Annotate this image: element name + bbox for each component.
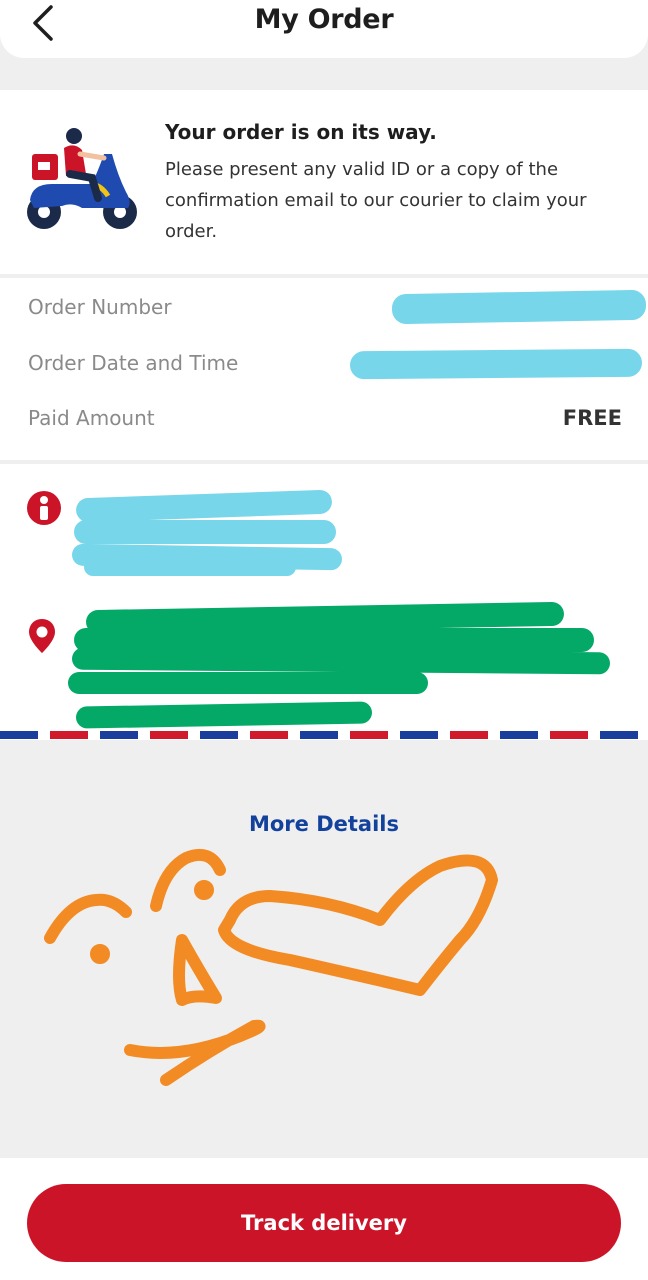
- location-pin-icon: [29, 619, 55, 653]
- paid-amount-value: FREE: [562, 406, 622, 430]
- status-title: Your order is on its way.: [165, 120, 437, 144]
- order-date-label: Order Date and Time: [28, 351, 239, 375]
- person-info-icon: [27, 491, 61, 525]
- order-screen: My Order Your order is on its way. Pleas…: [0, 0, 648, 1280]
- redaction-mark: [391, 289, 647, 325]
- scooter-courier-illustration: [27, 128, 137, 229]
- status-description: Please present any valid ID or a copy of…: [165, 159, 587, 242]
- redaction-mark: [74, 520, 336, 544]
- more-details-link[interactable]: More Details: [0, 812, 648, 836]
- order-info-card: Order Number Order Date and Time Paid Am…: [0, 278, 648, 460]
- paid-amount-label: Paid Amount: [28, 406, 155, 430]
- redaction-mark: [349, 348, 643, 380]
- delivery-address-card: [0, 464, 648, 740]
- order-number-label: Order Number: [28, 295, 172, 319]
- paid-amount-row: Paid Amount FREE: [28, 400, 622, 436]
- page-title: My Order: [254, 4, 394, 35]
- redaction-mark: [71, 647, 611, 675]
- airmail-stripe-divider: [0, 731, 648, 739]
- redaction-mark: [75, 489, 333, 523]
- order-status-card: Your order is on its way. Please present…: [0, 90, 648, 274]
- scribble-doodle: [44, 849, 498, 1086]
- redaction-mark: [68, 672, 428, 694]
- track-delivery-button[interactable]: Track delivery: [27, 1184, 621, 1262]
- app-header: My Order: [0, 0, 648, 58]
- redaction-mark: [75, 701, 373, 729]
- redaction-mark: [84, 558, 296, 576]
